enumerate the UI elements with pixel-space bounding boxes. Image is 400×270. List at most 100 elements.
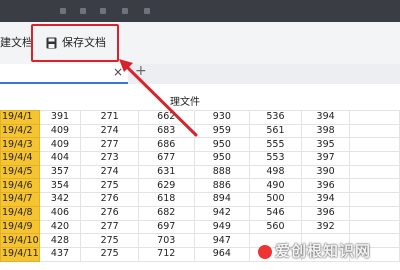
- date-cell[interactable]: 19/4/5: [0, 164, 40, 180]
- value-cell[interactable]: 274: [80, 123, 139, 139]
- value-cell[interactable]: 964: [193, 246, 251, 262]
- empty-cell[interactable]: [349, 164, 400, 180]
- value-cell[interactable]: 703: [137, 233, 195, 248]
- value-cell[interactable]: 950: [193, 137, 251, 153]
- date-cell[interactable]: 19/4/3: [0, 137, 40, 153]
- empty-cell[interactable]: [349, 205, 400, 221]
- value-cell[interactable]: 394: [300, 110, 351, 125]
- value-cell[interactable]: 618: [137, 192, 195, 207]
- value-cell[interactable]: 947: [193, 233, 251, 248]
- value-cell[interactable]: 396: [300, 205, 351, 221]
- value-cell[interactable]: 342: [38, 192, 82, 207]
- value-cell[interactable]: 886: [193, 178, 251, 194]
- date-cell[interactable]: 19/4/10: [0, 233, 40, 248]
- value-cell[interactable]: 490: [249, 178, 302, 194]
- date-cell[interactable]: 19/4/8: [0, 205, 40, 221]
- value-cell[interactable]: 686: [137, 137, 195, 153]
- watermark-text: 爱创根知识网: [275, 242, 372, 260]
- table-row: 19/4/7 342 276 618 894 500 394: [0, 192, 400, 207]
- value-cell[interactable]: 397: [300, 151, 351, 166]
- value-cell[interactable]: 561: [249, 123, 302, 139]
- value-cell[interactable]: 276: [80, 205, 139, 221]
- value-cell[interactable]: 500: [249, 192, 302, 207]
- date-cell[interactable]: 19/4/9: [0, 219, 40, 235]
- add-tab-icon[interactable]: +: [135, 63, 147, 79]
- date-cell[interactable]: 19/4/11: [0, 246, 40, 262]
- value-cell[interactable]: 271: [80, 110, 139, 125]
- new-document-button[interactable]: 建文档: [0, 33, 33, 53]
- value-cell[interactable]: 629: [137, 178, 195, 194]
- tab-current-document[interactable]: [0, 64, 128, 84]
- value-cell[interactable]: 274: [80, 164, 139, 180]
- value-cell[interactable]: 275: [80, 246, 139, 262]
- value-cell[interactable]: 942: [193, 205, 251, 221]
- value-cell[interactable]: 398: [300, 123, 351, 139]
- empty-cell[interactable]: [349, 123, 400, 139]
- document-title: 理文件: [170, 97, 200, 108]
- value-cell[interactable]: 395: [300, 137, 351, 153]
- document-tab-bar: × +: [0, 63, 400, 84]
- value-cell[interactable]: 683: [137, 123, 195, 139]
- value-cell[interactable]: 498: [249, 164, 302, 180]
- empty-cell[interactable]: [349, 110, 400, 125]
- value-cell[interactable]: 357: [38, 164, 82, 180]
- empty-cell[interactable]: [349, 151, 400, 166]
- value-cell[interactable]: 406: [38, 205, 82, 221]
- window-control-icon[interactable]: [144, 8, 150, 14]
- empty-cell[interactable]: [349, 178, 400, 194]
- value-cell[interactable]: 631: [137, 164, 195, 180]
- value-cell[interactable]: 536: [249, 110, 302, 125]
- value-cell[interactable]: 420: [38, 219, 82, 235]
- value-cell[interactable]: 437: [38, 246, 82, 262]
- value-cell[interactable]: 949: [193, 219, 251, 235]
- date-cell[interactable]: 19/4/4: [0, 151, 40, 166]
- date-cell[interactable]: 19/4/1: [0, 110, 40, 125]
- table-row: 19/4/5 357 274 631 888 498 390: [0, 164, 400, 180]
- value-cell[interactable]: 391: [38, 110, 82, 125]
- value-cell[interactable]: 392: [300, 219, 351, 235]
- date-cell[interactable]: 19/4/2: [0, 123, 40, 139]
- value-cell[interactable]: 546: [249, 205, 302, 221]
- value-cell[interactable]: 275: [80, 233, 139, 248]
- window-control-icon[interactable]: [122, 8, 128, 14]
- value-cell[interactable]: 930: [193, 110, 251, 125]
- date-cell[interactable]: 19/4/7: [0, 192, 40, 207]
- table-row: 19/4/4 404 273 677 950 553 397: [0, 151, 400, 166]
- value-cell[interactable]: 409: [38, 123, 82, 139]
- date-cell[interactable]: 19/4/6: [0, 178, 40, 194]
- value-cell[interactable]: 390: [300, 164, 351, 180]
- value-cell[interactable]: 394: [300, 192, 351, 207]
- highlight-annotation-box: [31, 24, 119, 62]
- empty-cell[interactable]: [349, 219, 400, 235]
- value-cell[interactable]: 553: [249, 151, 302, 166]
- value-cell[interactable]: 396: [300, 178, 351, 194]
- value-cell[interactable]: 959: [193, 123, 251, 139]
- window-control-icon[interactable]: [80, 8, 86, 14]
- value-cell[interactable]: 697: [137, 219, 195, 235]
- value-cell[interactable]: 888: [193, 164, 251, 180]
- value-cell[interactable]: 677: [137, 151, 195, 166]
- value-cell[interactable]: 404: [38, 151, 82, 166]
- value-cell[interactable]: 354: [38, 178, 82, 194]
- value-cell[interactable]: 712: [137, 246, 195, 262]
- empty-cell[interactable]: [349, 137, 400, 153]
- value-cell[interactable]: 560: [249, 219, 302, 235]
- value-cell[interactable]: 276: [80, 192, 139, 207]
- value-cell[interactable]: 950: [193, 151, 251, 166]
- close-icon[interactable]: ×: [113, 65, 123, 79]
- value-cell[interactable]: 277: [80, 219, 139, 235]
- value-cell[interactable]: 894: [193, 192, 251, 207]
- new-document-label: 建文档: [0, 36, 33, 49]
- value-cell[interactable]: 428: [38, 233, 82, 248]
- value-cell[interactable]: 409: [38, 137, 82, 153]
- window-control-icon[interactable]: [60, 8, 66, 14]
- value-cell[interactable]: 682: [137, 205, 195, 221]
- value-cell[interactable]: 273: [80, 151, 139, 166]
- value-cell[interactable]: 662: [137, 110, 195, 125]
- table-row: 19/4/8 406 276 682 942 546 396: [0, 205, 400, 221]
- value-cell[interactable]: 277: [80, 137, 139, 153]
- window-control-icon[interactable]: [100, 8, 106, 14]
- empty-cell[interactable]: [349, 192, 400, 207]
- value-cell[interactable]: 275: [80, 178, 139, 194]
- value-cell[interactable]: 555: [249, 137, 302, 153]
